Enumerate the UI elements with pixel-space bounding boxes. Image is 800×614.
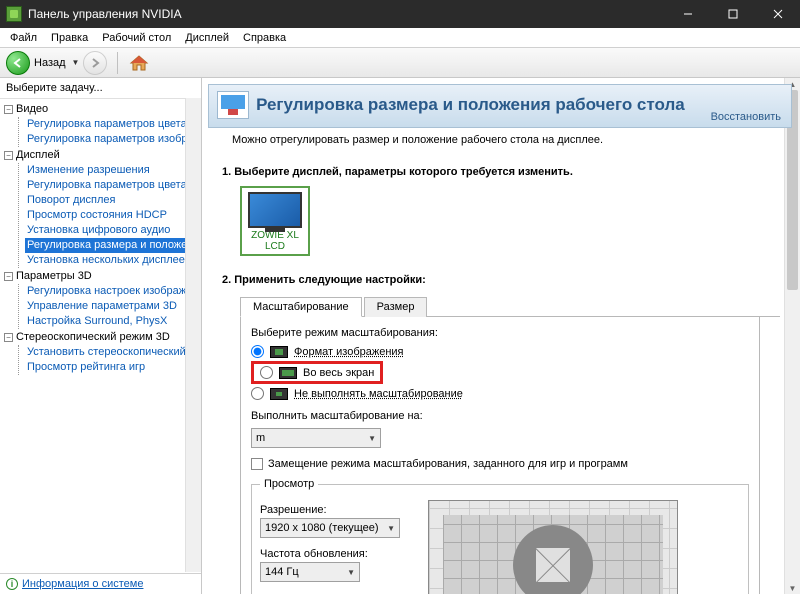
tree-item[interactable]: Просмотр состояния HDCP (25, 208, 201, 223)
monitor-icon (248, 192, 302, 228)
tree-group[interactable]: −Дисплей (4, 148, 201, 163)
tab-body: Выберите режим масштабирования: Формат и… (240, 317, 760, 594)
radio-fullscreen-input[interactable] (260, 366, 273, 379)
preview-legend: Просмотр (260, 478, 318, 490)
step1-heading: 1. Выберите дисплей, параметры которого … (222, 166, 780, 178)
override-label: Замещение режима масштабирования, заданн… (268, 458, 628, 470)
tree-group[interactable]: −Стереоскопический режим 3D (4, 330, 201, 345)
resolution-dropdown[interactable]: 1920 x 1080 (текущее) ▼ (260, 518, 400, 538)
tree-item[interactable]: Настройка Surround, PhysX (25, 314, 201, 329)
back-button[interactable] (6, 51, 30, 75)
override-checkbox-row[interactable]: Замещение режима масштабирования, заданн… (251, 458, 749, 470)
tree-item[interactable]: Изменение разрешения (25, 163, 201, 178)
chevron-down-icon: ▼ (368, 434, 376, 443)
system-info-link[interactable]: Информация о системе (22, 578, 143, 590)
forward-button[interactable] (83, 51, 107, 75)
menu-desktop[interactable]: Рабочий стол (96, 30, 177, 46)
page-title: Регулировка размера и положения рабочего… (256, 95, 685, 114)
resolution-label: Разрешение: (260, 504, 410, 516)
step2-heading: 2. Применить следующие настройки: (222, 274, 780, 286)
sidebar-scrollbar[interactable] (185, 98, 201, 572)
preview-fieldset: Просмотр Разрешение: 1920 x 1080 (текуще… (251, 478, 749, 594)
sidebar: Выберите задачу... −ВидеоРегулировка пар… (0, 78, 202, 594)
radio-no-scaling[interactable]: Не выполнять масштабирование (251, 385, 749, 402)
radio-noscale-label: Не выполнять масштабирование (294, 388, 463, 400)
window-title: Панель управления NVIDIA (28, 7, 665, 21)
monitor-label: ZOWIE XL LCD (242, 230, 308, 252)
tree-group[interactable]: −Параметры 3D (4, 269, 201, 284)
info-icon: i (6, 578, 18, 590)
menubar: Файл Правка Рабочий стол Дисплей Справка (0, 28, 800, 48)
menu-display[interactable]: Дисплей (179, 30, 235, 46)
resolution-value: 1920 x 1080 (текущее) (265, 522, 379, 534)
home-icon[interactable] (128, 53, 150, 73)
noscale-icon (270, 388, 288, 400)
restore-defaults-link[interactable]: Восстановить (711, 111, 781, 123)
back-dropdown-icon[interactable]: ▼ (72, 58, 80, 67)
tree-item[interactable]: Просмотр рейтинга игр (25, 360, 201, 375)
chevron-down-icon: ▼ (387, 524, 395, 533)
display-selector[interactable]: ZOWIE XL LCD (240, 186, 310, 256)
content-area: ▲▼ Регулировка размера и положения рабоч… (202, 78, 800, 594)
radio-aspect-label: Формат изображения (294, 346, 404, 358)
refresh-value: 144 Гц (265, 566, 299, 578)
highlighted-option: Во весь экран (251, 361, 383, 384)
tab-size[interactable]: Размер (364, 297, 428, 317)
perform-on-label: Выполнить масштабирование на: (251, 410, 749, 422)
back-label: Назад (34, 57, 66, 69)
chevron-down-icon: ▼ (347, 568, 355, 577)
scaling-mode-label: Выберите режим масштабирования: (251, 327, 749, 339)
content-scrollbar[interactable]: ▲▼ (784, 78, 800, 594)
page-intro: Можно отрегулировать размер и положение … (202, 128, 800, 156)
maximize-button[interactable] (710, 0, 755, 28)
refresh-label: Частота обновления: (260, 548, 410, 560)
toolbar: Назад ▼ (0, 48, 800, 78)
sidebar-footer: i Информация о системе (0, 573, 201, 594)
tree-item[interactable]: Регулировка размера и положения рабоч (25, 238, 201, 253)
collapse-icon[interactable]: − (4, 105, 13, 114)
collapse-icon[interactable]: − (4, 272, 13, 281)
page-header: Регулировка размера и положения рабочего… (208, 84, 792, 128)
radio-noscale-input[interactable] (251, 387, 264, 400)
tree-group[interactable]: −Видео (4, 102, 201, 117)
tree-item[interactable]: Регулировка параметров изображения д (25, 132, 201, 147)
radio-fullscreen-label: Во весь экран (303, 367, 374, 379)
sidebar-title: Выберите задачу... (0, 78, 201, 99)
collapse-icon[interactable]: − (4, 151, 13, 160)
tree-item[interactable]: Регулировка параметров цвета рабочег (25, 178, 201, 193)
tab-row: Масштабирование Размер (240, 296, 780, 317)
page-header-icon (217, 91, 249, 119)
menu-file[interactable]: Файл (4, 30, 43, 46)
perform-on-dropdown[interactable]: m ▼ (251, 428, 381, 448)
perform-on-value: m (256, 432, 265, 444)
preview-box (428, 500, 678, 594)
override-checkbox[interactable] (251, 458, 263, 470)
refresh-dropdown[interactable]: 144 Гц ▼ (260, 562, 360, 582)
menu-edit[interactable]: Правка (45, 30, 94, 46)
tree-item[interactable]: Регулировка параметров цвета для вид (25, 117, 201, 132)
task-tree: −ВидеоРегулировка параметров цвета для в… (0, 99, 201, 573)
tree-item[interactable]: Управление параметрами 3D (25, 299, 201, 314)
menu-help[interactable]: Справка (237, 30, 292, 46)
close-button[interactable] (755, 0, 800, 28)
fullscreen-icon (279, 367, 297, 379)
aspect-icon (270, 346, 288, 358)
radio-aspect-ratio[interactable]: Формат изображения (251, 343, 749, 360)
radio-aspect-input[interactable] (251, 345, 264, 358)
tab-scaling[interactable]: Масштабирование (240, 297, 362, 317)
tree-item[interactable]: Установка цифрового аудио (25, 223, 201, 238)
titlebar: Панель управления NVIDIA (0, 0, 800, 28)
tree-item[interactable]: Регулировка настроек изображения с пр (25, 284, 201, 299)
collapse-icon[interactable]: − (4, 333, 13, 342)
minimize-button[interactable] (665, 0, 710, 28)
tree-item[interactable]: Установить стереоскопический режим 3 (25, 345, 201, 360)
nvidia-icon (6, 6, 22, 22)
tree-item[interactable]: Установка нескольких дисплеев (25, 253, 201, 268)
tree-item[interactable]: Поворот дисплея (25, 193, 201, 208)
